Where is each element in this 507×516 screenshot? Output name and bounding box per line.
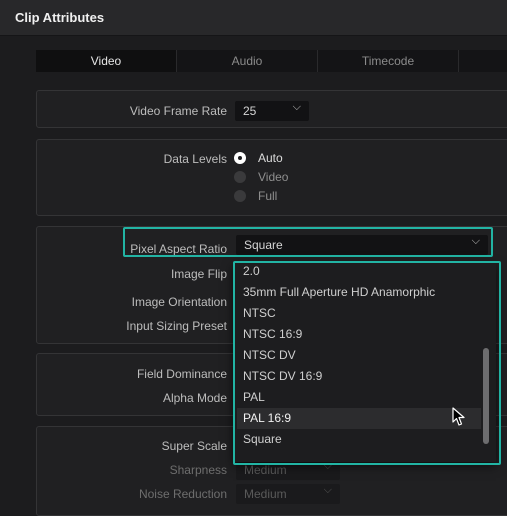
tab-audio[interactable]: Audio bbox=[177, 50, 318, 72]
radio-selected-icon bbox=[234, 152, 246, 164]
tab-bar: Video Audio Timecode bbox=[36, 50, 507, 72]
noise-reduction-value: Medium bbox=[244, 487, 287, 501]
tab-video[interactable]: Video bbox=[36, 50, 177, 72]
chevron-down-icon: ⌵ bbox=[323, 484, 332, 496]
sharpness-label: Sharpness bbox=[169, 463, 227, 477]
input-sizing-preset-label: Input Sizing Preset bbox=[126, 319, 227, 333]
video-frame-rate-value: 25 bbox=[243, 104, 257, 118]
super-scale-label: Super Scale bbox=[161, 439, 227, 453]
radio-auto-label: Auto bbox=[258, 151, 283, 165]
image-orientation-label: Image Orientation bbox=[131, 295, 227, 309]
noise-reduction-select[interactable]: Medium ⌵ bbox=[236, 484, 340, 504]
image-flip-label: Image Flip bbox=[170, 267, 227, 281]
window-title: Clip Attributes bbox=[15, 10, 105, 25]
chevron-down-icon: ⌵ bbox=[292, 101, 301, 113]
tab-overflow bbox=[459, 50, 507, 72]
pixel-aspect-highlight bbox=[123, 227, 493, 257]
noise-reduction-label: Noise Reduction bbox=[138, 487, 227, 501]
mouse-cursor-icon bbox=[452, 407, 465, 426]
video-frame-rate-label: Video Frame Rate bbox=[129, 104, 227, 118]
sharpness-value: Medium bbox=[244, 463, 287, 477]
frame-rate-group: Video Frame Rate 25 ⌵ bbox=[36, 90, 507, 128]
data-levels-label: Data Levels bbox=[163, 152, 227, 166]
radio-unselected-icon bbox=[234, 190, 246, 202]
dropdown-highlight bbox=[233, 261, 501, 465]
alpha-mode-label: Alpha Mode bbox=[162, 391, 227, 405]
radio-unselected-icon bbox=[234, 171, 246, 183]
video-frame-rate-select[interactable]: 25 ⌵ bbox=[235, 101, 309, 121]
radio-video-label: Video bbox=[258, 170, 289, 184]
radio-full-label: Full bbox=[258, 189, 278, 203]
field-dominance-label: Field Dominance bbox=[136, 367, 227, 381]
tab-timecode[interactable]: Timecode bbox=[318, 50, 459, 72]
title-bar: Clip Attributes bbox=[0, 0, 507, 36]
